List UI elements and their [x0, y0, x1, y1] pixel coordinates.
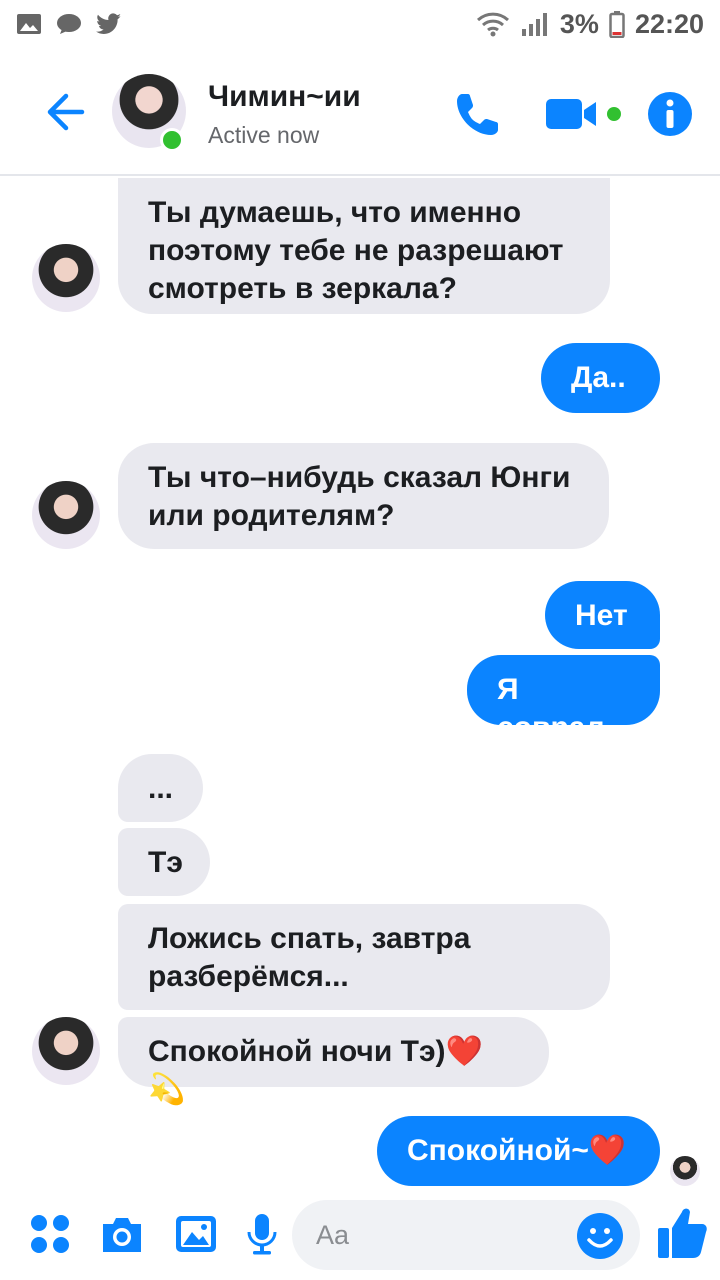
- message-line: или родителям?: [148, 499, 395, 532]
- sender-avatar[interactable]: [32, 244, 100, 312]
- gallery-icon[interactable]: [174, 1212, 218, 1256]
- twitter-notification-icon: [96, 13, 121, 35]
- sender-avatar[interactable]: [32, 1017, 100, 1085]
- message-line: Ложись спать, завтра: [148, 922, 471, 955]
- message-text: Тэ: [148, 846, 183, 879]
- signal-icon: [521, 13, 547, 36]
- sender-avatar[interactable]: [32, 481, 100, 549]
- message-input[interactable]: Aa: [292, 1200, 640, 1270]
- contact-status: Active now: [208, 122, 320, 148]
- outgoing-message[interactable]: Спокойной~❤️: [377, 1116, 660, 1186]
- message-text: ...: [148, 772, 174, 805]
- system-status: 3% 22:20: [476, 9, 704, 40]
- clock: 22:20: [634, 8, 704, 39]
- message-line: разберёмся...: [148, 960, 349, 993]
- outgoing-message[interactable]: Я соврал: [467, 655, 660, 744]
- incoming-message[interactable]: Тэ: [118, 828, 210, 896]
- incoming-message[interactable]: Ложись спать, завтра разберёмся...: [118, 904, 610, 1010]
- microphone-icon[interactable]: [240, 1212, 284, 1256]
- status-bar: 3% 22:20: [0, 0, 720, 48]
- thumbs-up-icon[interactable]: [656, 1204, 708, 1260]
- outgoing-message[interactable]: Да..: [541, 343, 660, 413]
- back-arrow-icon[interactable]: [36, 86, 88, 138]
- battery-icon: [609, 11, 625, 38]
- message-line: смотреть в зеркала?: [148, 272, 457, 305]
- incoming-message[interactable]: Ты думаешь, что именно поэтому тебе не р…: [118, 178, 610, 314]
- message-input-placeholder: Aa: [316, 1220, 350, 1250]
- phone-icon[interactable]: [452, 88, 504, 140]
- chat-notification-icon: [57, 14, 81, 34]
- composer-bar: Aa: [0, 1196, 720, 1280]
- seen-receipt-avatar: [670, 1156, 700, 1186]
- info-icon[interactable]: [644, 88, 696, 140]
- apps-icon[interactable]: [28, 1212, 72, 1256]
- wifi-icon: [476, 12, 509, 37]
- contact-name[interactable]: Чимин~ии: [208, 80, 361, 114]
- incoming-message[interactable]: Ты что–нибудь сказал Юнги или родителям?: [118, 443, 609, 549]
- message-line: Ты что–нибудь сказал Юнги: [148, 461, 571, 494]
- camera-icon[interactable]: [100, 1212, 144, 1256]
- gallery-notification-icon: [17, 14, 41, 34]
- online-indicator: [160, 128, 184, 152]
- message-text: Я соврал: [497, 673, 605, 744]
- incoming-message[interactable]: ...: [118, 754, 203, 822]
- video-camera-icon[interactable]: [544, 88, 624, 140]
- incoming-message[interactable]: Спокойной ночи Тэ)❤️💫: [118, 1017, 549, 1106]
- message-line: поэтому тебе не разрешают: [148, 234, 564, 267]
- notification-icons: [16, 13, 122, 35]
- emoji-icon[interactable]: [576, 1212, 624, 1260]
- message-text: Нет: [575, 599, 628, 632]
- battery-percent: 3%: [559, 8, 599, 39]
- conversation-header: Чимин~ии Active now: [0, 48, 720, 176]
- message-text: Спокойной ночи Тэ)❤️💫: [148, 1035, 483, 1106]
- message-text: Спокойной~❤️: [407, 1134, 627, 1167]
- message-line: Ты думаешь, что именно: [148, 196, 522, 229]
- message-text: Да..: [571, 361, 626, 394]
- outgoing-message[interactable]: Нет: [545, 581, 660, 649]
